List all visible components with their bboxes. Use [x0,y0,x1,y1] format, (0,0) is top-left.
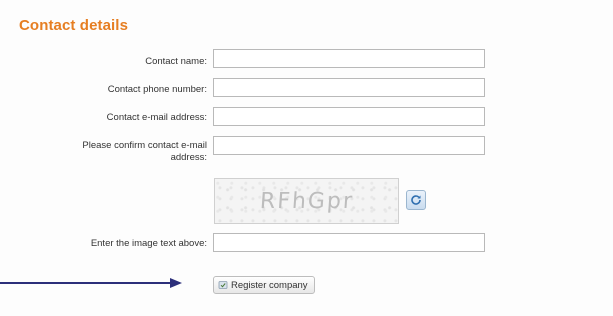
refresh-icon [411,195,421,205]
register-company-button[interactable]: Register company [213,276,315,294]
contact-email-field[interactable] [213,107,485,126]
contact-phone-field[interactable] [213,78,485,97]
contact-email-label: Contact e-mail address: [106,112,207,123]
confirm-email-field[interactable] [213,136,485,155]
register-company-label: Register company [231,279,308,291]
register-icon [218,281,228,289]
captcha-input-field[interactable] [213,233,485,252]
arrow-right-icon [0,278,182,288]
contact-phone-label: Contact phone number: [107,84,207,95]
refresh-captcha-button[interactable] [406,190,426,210]
confirm-email-label-line1: Please confirm contact e-mail [82,140,207,151]
contact-details-form: Contact details Contact name: Contact ph… [0,0,613,316]
captcha-text: RFhGpr [258,188,355,214]
confirm-email-label-line2: address: [170,152,207,163]
contact-name-field[interactable] [213,49,485,68]
captcha-image: RFhGpr [214,178,399,224]
captcha-input-label: Enter the image text above: [90,238,207,249]
section-title: Contact details [19,17,129,34]
contact-name-label: Contact name: [145,56,207,67]
confirm-email-label: Please confirm contact e-mail address: [37,140,207,164]
